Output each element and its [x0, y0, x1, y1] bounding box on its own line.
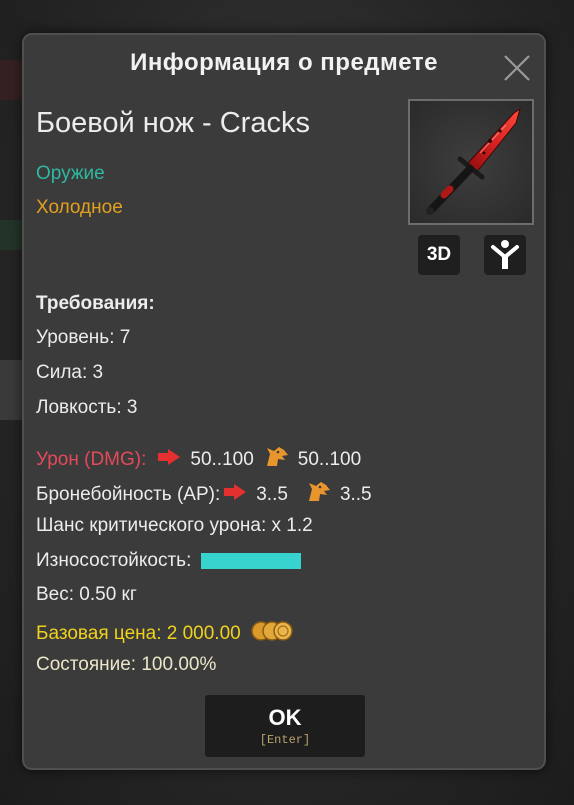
item-subcategory: Холодное [36, 197, 123, 218]
red-combat-knife-icon [426, 107, 521, 215]
ok-hint: [Enter] [259, 733, 311, 747]
arrow-icon [222, 483, 248, 507]
durability-row: Износостойкость: [36, 550, 302, 572]
ok-label: OK [268, 705, 302, 730]
durability-bar-fill [201, 553, 302, 569]
background-panel [0, 220, 22, 250]
damage-label: Урон (DMG): [36, 449, 147, 470]
price-row: Базовая цена: 2 000.00 [36, 619, 301, 649]
requirement-level: Уровень: 7 [36, 327, 131, 348]
view-3d-button[interactable]: 3D [418, 235, 460, 275]
background-panel [0, 360, 22, 420]
durability-label: Износостойкость: [36, 550, 192, 571]
damage-special-value: 50..100 [297, 449, 362, 470]
condition: Состояние: 100.00% [36, 654, 217, 675]
background-panel [0, 60, 22, 100]
base-price: Базовая цена: 2 000.00 [36, 623, 241, 644]
dialog-title: Информация о предмете [130, 49, 438, 76]
character-figure-icon[interactable] [484, 235, 526, 275]
arrow-icon [156, 448, 182, 472]
ok-button[interactable]: OK [Enter] [205, 695, 365, 757]
armor-piercing-special-value: 3..5 [339, 484, 372, 505]
requirement-agility: Ловкость: 3 [36, 397, 138, 418]
weight: Вес: 0.50 кг [36, 584, 137, 605]
item-category: Оружие [36, 163, 105, 184]
close-icon[interactable] [502, 53, 532, 83]
coins-icon [250, 619, 293, 649]
beast-icon [264, 445, 290, 475]
armor-piercing-melee-value: 3..5 [256, 484, 288, 505]
crit-chance: Шанс критического урона: x 1.2 [36, 515, 313, 536]
requirements-title: Требования: [36, 293, 155, 314]
damage-row: Урон (DMG): 50..100 50..100 [36, 445, 361, 475]
item-name: Боевой нож - Cracks [36, 107, 310, 139]
damage-melee-value: 50..100 [190, 449, 254, 470]
item-info-dialog: Информация о предмете Боевой нож - Crack… [22, 33, 546, 770]
durability-bar [201, 553, 302, 569]
item-image [408, 99, 534, 225]
requirement-strength: Сила: 3 [36, 362, 104, 383]
armor-piercing-label: Бронебойность (AP): [36, 484, 221, 505]
armor-piercing-row: Бронебойность (AP): 3..5 3..5 [36, 480, 372, 510]
beast-icon [306, 480, 332, 510]
